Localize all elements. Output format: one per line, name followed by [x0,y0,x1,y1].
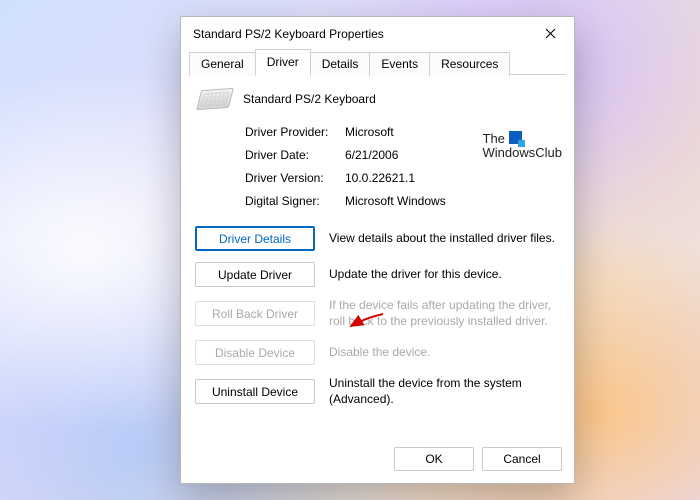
driver-actions: Driver Details View details about the in… [195,226,560,407]
driver-version-label: Driver Version: [245,171,345,185]
digital-signer-label: Digital Signer: [245,194,345,208]
cancel-button[interactable]: Cancel [482,447,562,471]
roll-back-driver-button: Roll Back Driver [195,301,315,326]
dialog-footer: OK Cancel [181,437,574,483]
close-button[interactable] [536,23,564,45]
uninstall-device-desc: Uninstall the device from the system (Ad… [329,376,560,407]
device-header: Standard PS/2 Keyboard [195,89,560,109]
device-name: Standard PS/2 Keyboard [243,92,376,106]
tab-strip: General Driver Details Events Resources [181,49,574,75]
keyboard-icon [196,88,234,110]
digital-signer-value: Microsoft Windows [345,194,560,208]
action-row-disable: Disable Device Disable the device. [195,340,560,365]
tab-general[interactable]: General [189,52,256,76]
action-row-details: Driver Details View details about the in… [195,226,560,251]
driver-details-desc: View details about the installed driver … [329,231,560,247]
action-row-uninstall: Uninstall Device Uninstall the device fr… [195,376,560,407]
update-driver-desc: Update the driver for this device. [329,267,560,283]
properties-dialog: Standard PS/2 Keyboard Properties Genera… [180,16,575,484]
tab-driver[interactable]: Driver [255,49,311,75]
driver-info: Driver Provider: Microsoft Driver Date: … [245,125,560,208]
driver-details-button[interactable]: Driver Details [195,226,315,251]
tab-details[interactable]: Details [310,52,371,76]
tab-events[interactable]: Events [369,52,430,76]
disable-device-button: Disable Device [195,340,315,365]
driver-date-label: Driver Date: [245,148,345,162]
driver-version-value: 10.0.22621.1 [345,171,560,185]
driver-date-value: 6/21/2006 [345,148,560,162]
action-row-update: Update Driver Update the driver for this… [195,262,560,287]
driver-provider-label: Driver Provider: [245,125,345,139]
uninstall-device-button[interactable]: Uninstall Device [195,379,315,404]
driver-provider-value: Microsoft [345,125,560,139]
update-driver-button[interactable]: Update Driver [195,262,315,287]
disable-device-desc: Disable the device. [329,345,560,361]
roll-back-driver-desc: If the device fails after updating the d… [329,298,560,329]
window-title: Standard PS/2 Keyboard Properties [193,27,384,41]
titlebar: Standard PS/2 Keyboard Properties [181,17,574,47]
close-icon [545,27,556,41]
ok-button[interactable]: OK [394,447,474,471]
tab-resources[interactable]: Resources [429,52,510,76]
action-row-rollback: Roll Back Driver If the device fails aft… [195,298,560,329]
driver-tab-panel: Standard PS/2 Keyboard Driver Provider: … [181,75,574,437]
